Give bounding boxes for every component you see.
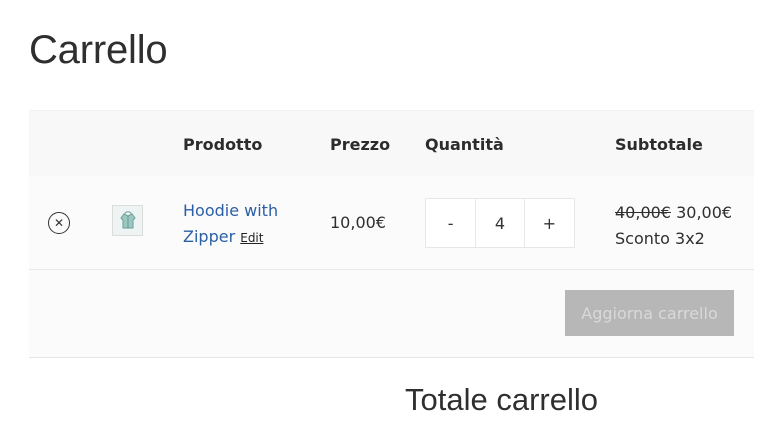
quantity-decrease-button[interactable]: - bbox=[426, 199, 475, 247]
subtotal-cell: 40,00€ 30,00€ Sconto 3x2 bbox=[615, 200, 732, 252]
quantity-stepper: - 4 + bbox=[425, 198, 575, 248]
quantity-value[interactable]: 4 bbox=[475, 199, 525, 247]
table-row: ✕ Hoodie with Zipper Edit 10,00€ - 4 + 4… bbox=[29, 176, 754, 270]
product-name: Hoodie with Zipper Edit bbox=[183, 198, 303, 251]
unit-price: 10,00€ bbox=[330, 213, 386, 232]
cart-actions: Aggiorna carrello bbox=[29, 270, 754, 358]
old-subtotal: 40,00€ bbox=[615, 203, 671, 222]
remove-item-button[interactable]: ✕ bbox=[48, 212, 70, 234]
edit-link[interactable]: Edit bbox=[240, 231, 263, 245]
discount-label: Sconto 3x2 bbox=[615, 229, 705, 248]
product-thumbnail[interactable] bbox=[112, 205, 143, 236]
quantity-increase-button[interactable]: + bbox=[525, 199, 574, 247]
header-subtotal: Subtotale bbox=[615, 135, 703, 154]
page-title: Carrello bbox=[29, 28, 168, 72]
hoodie-icon bbox=[119, 210, 136, 228]
header-quantity: Quantità bbox=[425, 135, 504, 154]
product-name-line2: Zipper bbox=[183, 227, 236, 246]
new-subtotal: 30,00€ bbox=[676, 203, 733, 222]
cart-table: Prodotto Prezzo Quantità Subtotale ✕ Hoo… bbox=[29, 110, 754, 358]
cart-totals-title: Totale carrello bbox=[405, 382, 598, 417]
header-price: Prezzo bbox=[330, 135, 391, 154]
close-icon: ✕ bbox=[53, 216, 65, 230]
header-product: Prodotto bbox=[183, 135, 263, 154]
table-header: Prodotto Prezzo Quantità Subtotale bbox=[29, 111, 754, 176]
cart-page: Carrello Prodotto Prezzo Quantità Subtot… bbox=[0, 0, 784, 425]
product-link[interactable]: Hoodie with Zipper bbox=[183, 201, 278, 246]
product-name-line1: Hoodie with bbox=[183, 201, 279, 220]
update-cart-button[interactable]: Aggiorna carrello bbox=[565, 290, 734, 336]
